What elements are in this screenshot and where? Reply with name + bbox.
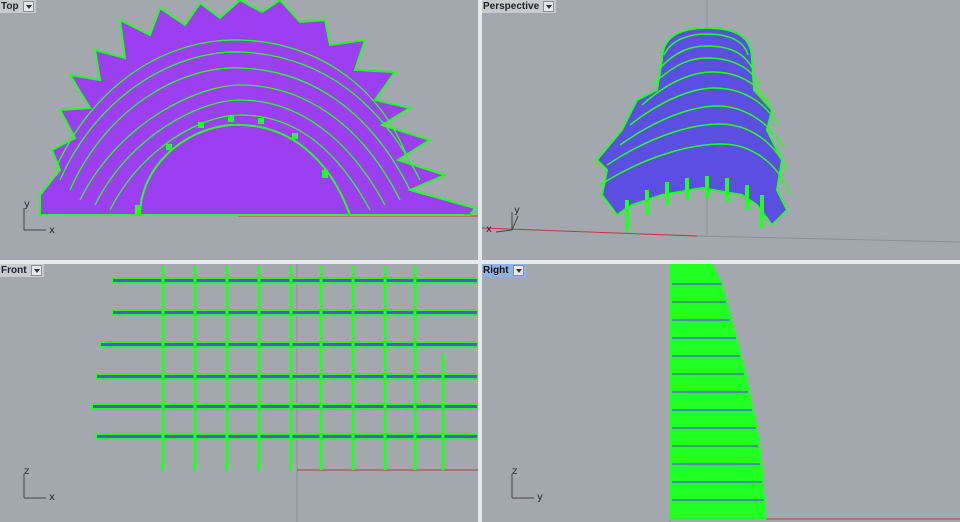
axis-label-v: z: [512, 466, 517, 477]
perspective-view-scene: y x: [482, 0, 960, 243]
top-view-scene: y x: [23, 0, 478, 236]
right-view-scene: z y: [511, 264, 960, 522]
chevron-down-icon[interactable]: [22, 1, 34, 12]
shell-perspective-geometry: [595, 26, 791, 230]
axis-triad-icon: z y: [511, 466, 543, 503]
axis-label-h: x: [49, 492, 55, 503]
chevron-down-icon[interactable]: [512, 265, 524, 276]
viewport-tab-top[interactable]: Top: [0, 0, 36, 13]
axis-label-h: y: [537, 492, 543, 503]
shell-front-geometry: [91, 266, 478, 470]
viewport-top[interactable]: y x Top: [0, 0, 478, 260]
chevron-down-icon[interactable]: [30, 265, 42, 276]
chevron-down-icon[interactable]: [543, 1, 555, 12]
viewport-front[interactable]: z x Front: [0, 264, 478, 522]
viewport-right[interactable]: z y Right: [482, 264, 960, 522]
viewport-perspective[interactable]: y x Perspective: [482, 0, 960, 260]
viewport-tab-perspective[interactable]: Perspective: [482, 0, 557, 13]
viewport-title: Right: [483, 265, 509, 276]
viewport-title: Top: [1, 1, 19, 12]
shell-top-geometry: [39, 0, 477, 216]
viewport-tab-front[interactable]: Front: [0, 264, 44, 277]
axis-label-v: y: [24, 199, 30, 210]
axis-label-v: z: [24, 466, 29, 477]
viewport-title: Front: [1, 265, 27, 276]
front-view-scene: z x: [23, 264, 478, 522]
axis-triad-icon: z x: [23, 466, 55, 503]
axis-label-h: x: [49, 225, 55, 236]
viewport-tab-right[interactable]: Right: [482, 264, 526, 277]
axis-label-v: y: [514, 205, 520, 216]
axis-triad-icon: y x: [486, 205, 520, 235]
viewport-title: Perspective: [483, 1, 540, 12]
axis-label-h: x: [486, 224, 492, 235]
shell-right-geometry: [669, 264, 767, 520]
